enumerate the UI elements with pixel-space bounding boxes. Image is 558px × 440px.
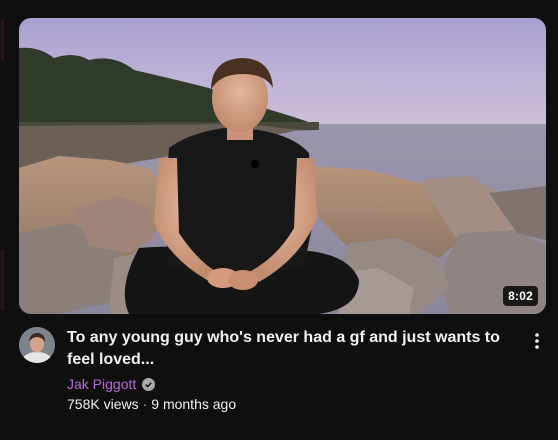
video-card: 8:02 To any young guy who's never had a …	[19, 18, 546, 418]
avatar-image	[19, 327, 55, 363]
edge-mark	[1, 250, 4, 310]
video-thumbnail[interactable]: 8:02	[19, 18, 546, 314]
video-metadata: 758K views · 9 months ago	[67, 396, 236, 412]
duration-badge: 8:02	[503, 286, 538, 306]
more-actions-button[interactable]	[525, 329, 549, 353]
verified-check-icon	[142, 377, 156, 391]
meta-separator: ·	[142, 396, 148, 412]
channel-avatar[interactable]	[19, 327, 55, 363]
three-dot-vertical-icon	[535, 333, 539, 349]
channel-link[interactable]: Jak Piggott	[67, 374, 156, 394]
view-count: 758K views	[67, 396, 139, 412]
left-edge-strip	[0, 0, 6, 440]
edge-mark	[1, 20, 4, 60]
channel-name[interactable]: Jak Piggott	[67, 376, 136, 392]
upload-age: 9 months ago	[151, 396, 237, 412]
video-title[interactable]: To any young guy who's never had a gf an…	[67, 327, 507, 371]
thumbnail-image	[19, 18, 546, 314]
